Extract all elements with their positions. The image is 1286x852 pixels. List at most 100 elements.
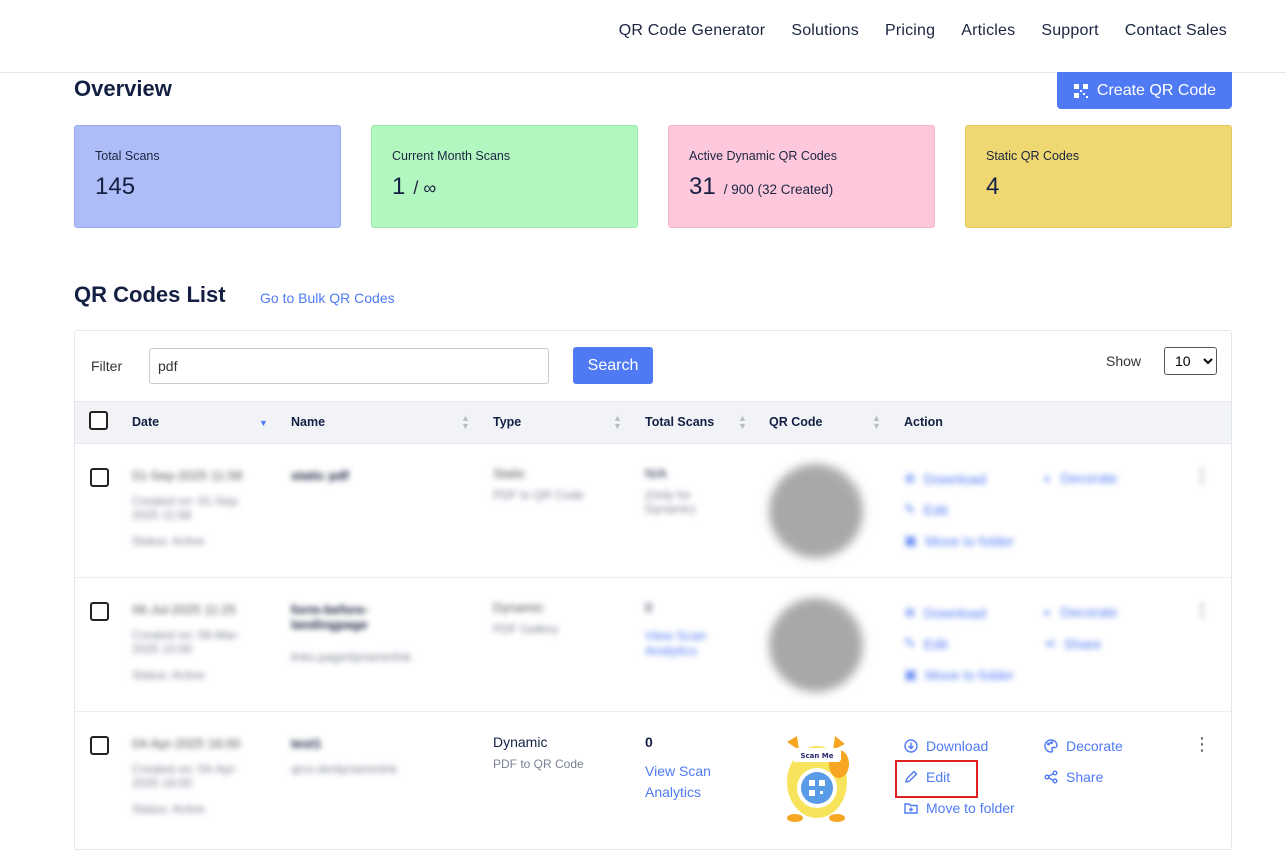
column-name[interactable]: Name [291,415,325,429]
stat-value: 145 [95,173,136,200]
stat-current-month-scans: Current Month Scans 1 / ∞ [371,125,638,228]
share-icon [1044,770,1058,784]
overview-title: Overview [74,76,172,101]
row-checkbox[interactable] [90,468,109,487]
download-label: Download [923,604,986,621]
pencil-icon: ✎ [904,635,916,651]
row-scans-sub: (Only for Dynamic) [645,488,696,516]
stat-value: 1 [392,173,406,200]
stat-active-dynamic: Active Dynamic QR Codes 31 / 900 (32 Crea… [668,125,935,228]
row-scans-link[interactable]: View Scan Analytics [645,628,725,658]
edit-action[interactable]: ✎ Edit [904,501,948,518]
share-action[interactable]: ⋖ Share [1044,635,1101,652]
bulk-qr-codes-link[interactable]: Go to Bulk QR Codes [260,290,395,306]
move-action[interactable]: ▣ Move to folder [904,532,1014,549]
column-action: Action [904,415,943,429]
stat-label: Total Scans [95,149,160,163]
decorate-action[interactable]: ◐ Decorate [1044,604,1117,620]
move-to-folder-label: Move to folder [926,800,1015,816]
row-date: 01-Sep-2025 11:58 [132,468,243,483]
select-all-checkbox[interactable] [89,411,108,430]
row-date: 04-Apr-2025 16:00 [132,736,241,751]
decorate-action[interactable]: ◐ Decorate [1044,470,1117,486]
download-action[interactable]: ⊕ Download [904,604,986,621]
more-options-icon[interactable]: ⋮ [1193,600,1211,621]
stat-static-codes: Static QR Codes 4 [965,125,1232,228]
create-qr-code-button[interactable]: Create QR Code [1057,72,1232,109]
sort-icon[interactable]: ▲ ▼ [613,414,622,431]
sort-icon[interactable]: ▲ ▼ [738,414,747,431]
share-action[interactable]: Share [1044,769,1103,785]
edit-label: Edit [923,501,948,518]
row-checkbox[interactable] [90,736,109,755]
folder-icon: ▣ [904,532,918,548]
folder-icon: ▣ [904,666,918,682]
qr-codes-list-title: QR Codes List [74,282,226,307]
stat-label: Current Month Scans [392,149,511,163]
table-row: 01-Sep-2025 11:58 Created on: 01-Sep-202… [75,444,1231,578]
qr-code-image[interactable] [769,464,863,558]
nav-qr-code-generator[interactable]: QR Code Generator [619,22,766,40]
row-type: Dynamic [493,600,544,615]
nav-articles[interactable]: Articles [961,22,1015,40]
row-name: static pdf [291,468,349,483]
row-type: Dynamic [493,734,548,750]
download-label: Download [926,738,989,754]
edit-action[interactable]: ✎ Edit [904,635,948,652]
nav-solutions[interactable]: Solutions [791,22,859,40]
qr-code-mascot-image[interactable]: Scan Me [777,734,857,824]
stat-label: Active Dynamic QR Codes [689,149,837,163]
row-scans: 0 [645,734,653,750]
table-header: Date ▼ Name ▲ ▼ Type ▲ ▼ Total Scans ▲ ▼ QR… [75,401,1231,444]
top-navbar: QR Code Generator Solutions Pricing Arti… [0,0,1286,73]
sort-icon[interactable]: ▲ ▼ [872,414,881,431]
decorate-action[interactable]: Decorate [1044,738,1123,754]
row-type: Static [493,466,526,481]
palette-icon: ◐ [1044,604,1053,620]
move-label: Move to folder [925,532,1014,549]
move-action[interactable]: ▣ Move to folder [904,666,1014,683]
nav-support[interactable]: Support [1041,22,1098,40]
sort-down-icon[interactable]: ▼ [259,419,268,428]
table-row: 06-Jul-2025 11:25 Created on: 06-Mar-202… [75,578,1231,712]
more-options-icon[interactable]: ⋮ [1193,734,1211,755]
page-size-select[interactable]: 10 [1164,347,1217,375]
download-action[interactable]: Download [904,738,988,754]
qr-icon [1073,83,1088,98]
more-options-icon[interactable]: ⋮ [1193,466,1211,487]
filter-input[interactable] [149,348,549,384]
edit-highlight-box [895,760,978,798]
row-checkbox[interactable] [90,602,109,621]
row-scans: N/A [645,466,667,481]
row-sub-name: links.page/dynamiclink [291,650,412,664]
qr-codes-table-panel: Filter Search Show 10 Date ▼ Name ▲▼ Typ… [74,330,1232,850]
stat-label: Static QR Codes [986,149,1080,163]
column-date[interactable]: Date [132,415,159,429]
column-qr-code[interactable]: QR Code [769,415,822,429]
nav-contact-sales[interactable]: Contact Sales [1125,22,1227,40]
sort-icon[interactable]: ▲ ▼ [461,414,470,431]
stat-value: 31 [689,173,716,200]
nav-pricing[interactable]: Pricing [885,22,935,40]
download-action[interactable]: ⊕ Download [904,470,986,487]
column-total-scans[interactable]: Total Scans [645,415,714,429]
share-label: Share [1066,769,1104,785]
decorate-label: Decorate [1060,604,1118,620]
nav-links: QR Code Generator Solutions Pricing Arti… [619,22,1227,40]
view-scan-analytics-link[interactable]: View Scan Analytics [645,761,725,803]
row-type-sub: PDF to QR Code [493,488,584,502]
decorate-label: Decorate [1066,738,1123,754]
mascot-text: Scan Me [800,752,833,760]
row-scans: 0 [645,600,653,615]
table-row: 04-Apr-2025 16:00 Created on: 04-Apr-202… [75,712,1231,852]
column-type[interactable]: Type [493,415,521,429]
move-to-folder-action[interactable]: Move to folder [904,800,1015,816]
download-icon [904,739,918,753]
row-status: Status: Active [132,534,205,548]
download-label: Download [923,470,986,487]
row-name: form-before-landingpage [291,602,369,632]
folder-icon [904,803,918,814]
share-label: Share [1063,635,1102,652]
search-button[interactable]: Search [573,347,653,384]
qr-code-image[interactable] [769,598,863,692]
